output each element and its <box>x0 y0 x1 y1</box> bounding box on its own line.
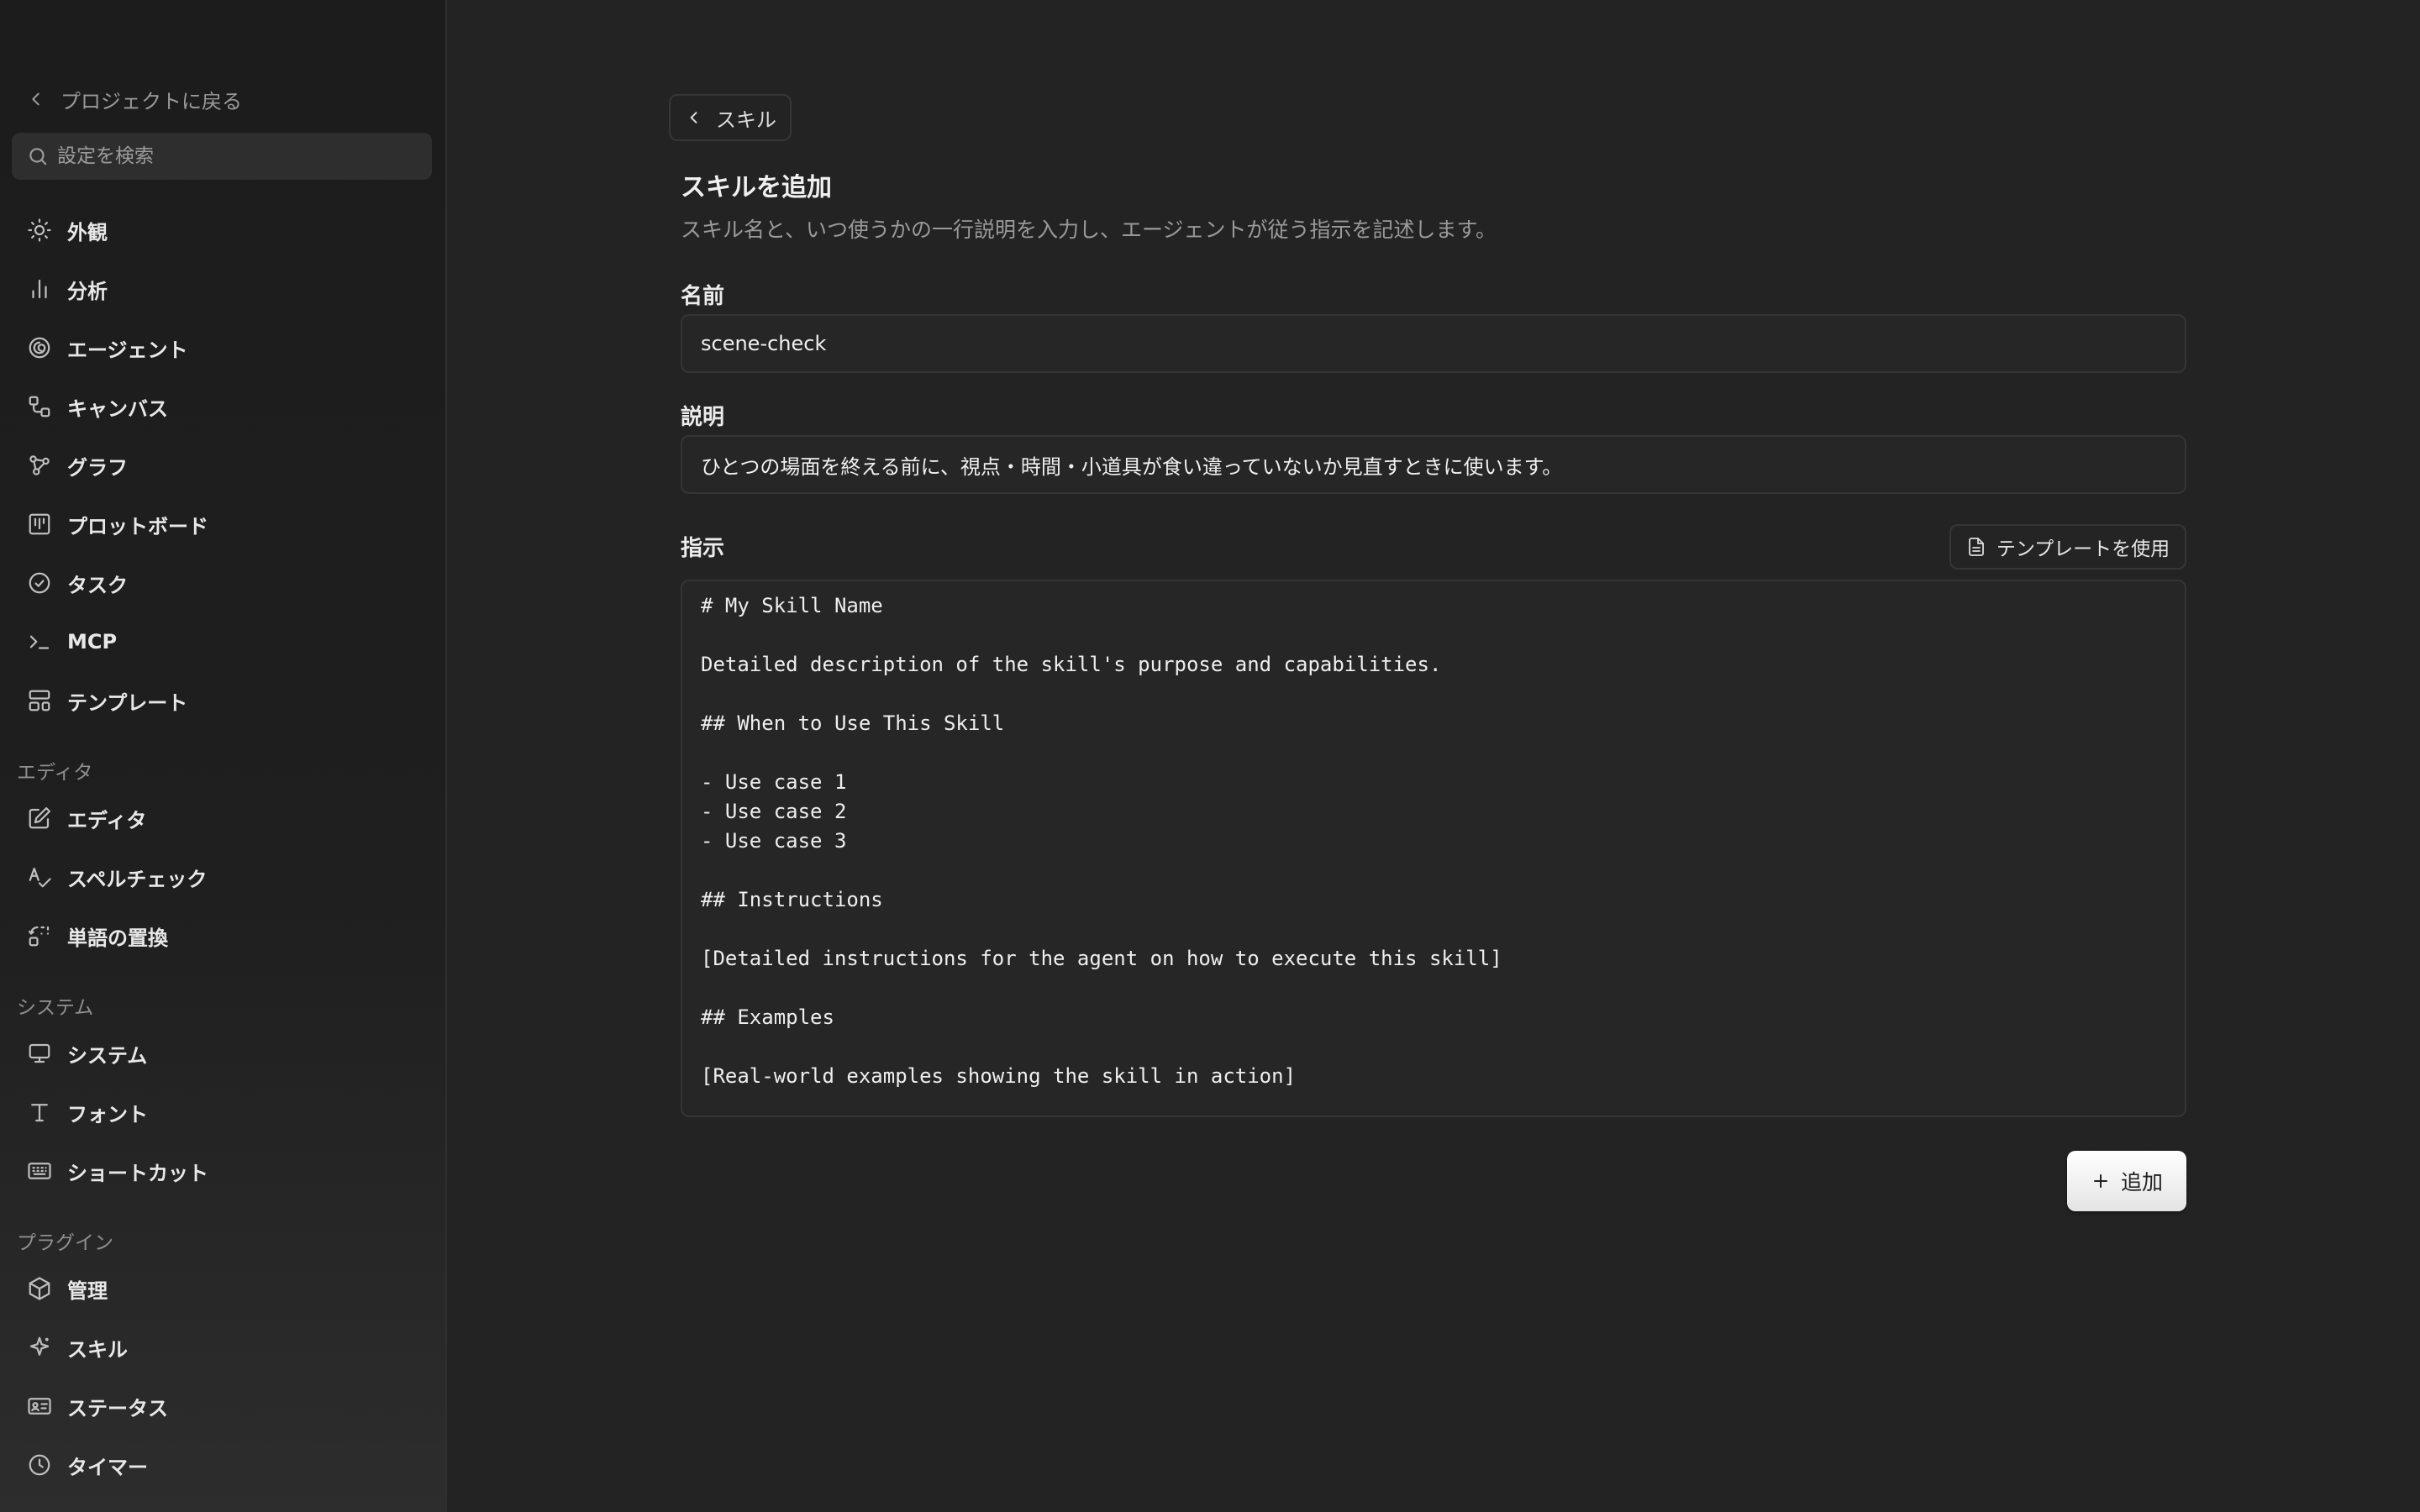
file-text-icon <box>1968 538 1984 556</box>
page-description: スキル名と、いつ使うかの一行説明を入力し、エージェントが従う指示を記述します。 <box>681 218 1497 242</box>
sidebar-item-label: テンプレート <box>67 690 188 715</box>
kanban-icon <box>29 513 50 535</box>
back-to-project-link[interactable]: プロジェクトに戻る <box>27 82 242 116</box>
sidebar-item-spellcheck[interactable]: スペルチェック <box>12 852 432 902</box>
sidebar-item-label: タイマー <box>67 1455 148 1479</box>
section-label-editor: エディタ <box>17 762 93 784</box>
sidebar-item-agent[interactable]: エージェント <box>12 323 432 373</box>
sidebar-item-templates[interactable]: テンプレート <box>12 675 432 726</box>
sidebar-item-manage[interactable]: 管理 <box>12 1263 432 1314</box>
sun-icon <box>28 218 51 242</box>
add-skill-button[interactable]: 追加 <box>2067 1151 2186 1211</box>
description-field[interactable] <box>681 435 2186 494</box>
sidebar-item-label: フォント <box>67 1102 148 1126</box>
main-content: スキル スキルを追加 スキル名と、いつ使うかの一行説明を入力し、エージェントが従… <box>447 0 2420 1512</box>
sidebar-item-label: プロットボード <box>67 514 208 538</box>
package-icon <box>29 1277 50 1300</box>
chevron-left-icon <box>32 92 39 106</box>
breadcrumb-back-button[interactable]: スキル <box>669 94 792 141</box>
spellcheck-icon <box>29 867 51 888</box>
check-circle-icon <box>29 572 50 594</box>
instructions-label: 指示 <box>681 536 725 561</box>
plus-icon <box>2093 1174 2107 1188</box>
keyboard-icon <box>28 1163 51 1179</box>
add-button-label: 追加 <box>2120 1170 2163 1194</box>
section-label-system: システム <box>17 997 94 1019</box>
edit-icon <box>29 807 50 829</box>
sidebar-item-label: スペルチェック <box>67 867 208 891</box>
sidebar-item-label: 外観 <box>67 220 108 244</box>
clock-icon <box>29 1454 50 1476</box>
replace-icon <box>29 926 50 947</box>
sidebar-item-system[interactable]: システム <box>12 1028 432 1079</box>
sparkle-icon <box>29 1336 50 1356</box>
sidebar-item-editor[interactable]: エディタ <box>12 793 432 843</box>
sidebar-item-label: ショートカット <box>67 1161 208 1185</box>
sidebar-item-label: エディタ <box>67 808 147 832</box>
back-link-label: プロジェクトに戻る <box>60 89 242 113</box>
sidebar-item-word-replace[interactable]: 単語の置換 <box>12 911 432 961</box>
canvas-icon <box>29 396 50 417</box>
name-label: 名前 <box>681 284 725 309</box>
sidebar-item-tasks[interactable]: タスク <box>12 558 432 608</box>
sidebar-item-label: タスク <box>67 573 128 597</box>
bar-chart-icon <box>32 279 47 299</box>
sidebar-item-fonts[interactable]: フォント <box>12 1087 432 1137</box>
sidebar-item-shortcuts[interactable]: ショートカット <box>12 1146 432 1196</box>
terminal-icon <box>29 635 50 649</box>
id-card-icon <box>28 1398 51 1415</box>
name-field[interactable] <box>681 314 2186 373</box>
sidebar-item-label: MCP <box>67 630 118 654</box>
sidebar-item-label: 分析 <box>67 279 108 303</box>
sidebar-item-label: ステータス <box>67 1396 168 1420</box>
use-template-button[interactable]: テンプレートを使用 <box>1949 524 2186 570</box>
sidebar-item-canvas[interactable]: キャンバス <box>12 381 432 432</box>
sidebar-item-graph[interactable]: グラフ <box>12 440 432 491</box>
instructions-editor[interactable]: # My Skill Name Detailed description of … <box>681 580 2186 1117</box>
layout-icon <box>29 690 50 711</box>
settings-sidebar: プロジェクトに戻る 外観 分析 エージェント キャンバス グラフ プロットボード… <box>0 0 447 1512</box>
sidebar-item-analytics[interactable]: 分析 <box>12 264 432 314</box>
sidebar-item-label: グラフ <box>67 455 128 480</box>
sidebar-item-label: 単語の置換 <box>67 926 168 950</box>
search-icon <box>29 148 47 165</box>
use-template-label: テンプレートを使用 <box>1996 538 2170 560</box>
sidebar-item-mcp[interactable]: MCP <box>12 617 432 667</box>
sidebar-item-label: キャンバス <box>67 396 168 421</box>
monitor-icon <box>29 1043 50 1063</box>
sidebar-item-appearance[interactable]: 外観 <box>12 205 432 255</box>
sidebar-item-label: スキル <box>67 1337 128 1362</box>
sidebar-item-plotboard[interactable]: プロットボード <box>12 499 432 549</box>
spiral-icon <box>29 337 50 359</box>
search-input[interactable] <box>57 145 410 167</box>
sidebar-item-skills[interactable]: スキル <box>12 1322 432 1373</box>
sidebar-item-label: システム <box>67 1043 148 1068</box>
sidebar-item-timer[interactable]: タイマー <box>12 1440 432 1490</box>
chevron-left-icon <box>690 112 697 123</box>
sidebar-item-status[interactable]: ステータス <box>12 1381 432 1431</box>
type-icon <box>31 1104 48 1122</box>
sidebar-item-label: エージェント <box>67 338 188 362</box>
settings-search[interactable] <box>12 133 432 180</box>
description-label: 説明 <box>681 405 725 430</box>
page-title: スキルを追加 <box>681 173 832 202</box>
section-label-plugins: プラグイン <box>17 1232 113 1254</box>
graph-icon <box>29 455 50 475</box>
sidebar-item-label: 管理 <box>67 1278 108 1303</box>
breadcrumb-label: スキル <box>716 108 776 132</box>
